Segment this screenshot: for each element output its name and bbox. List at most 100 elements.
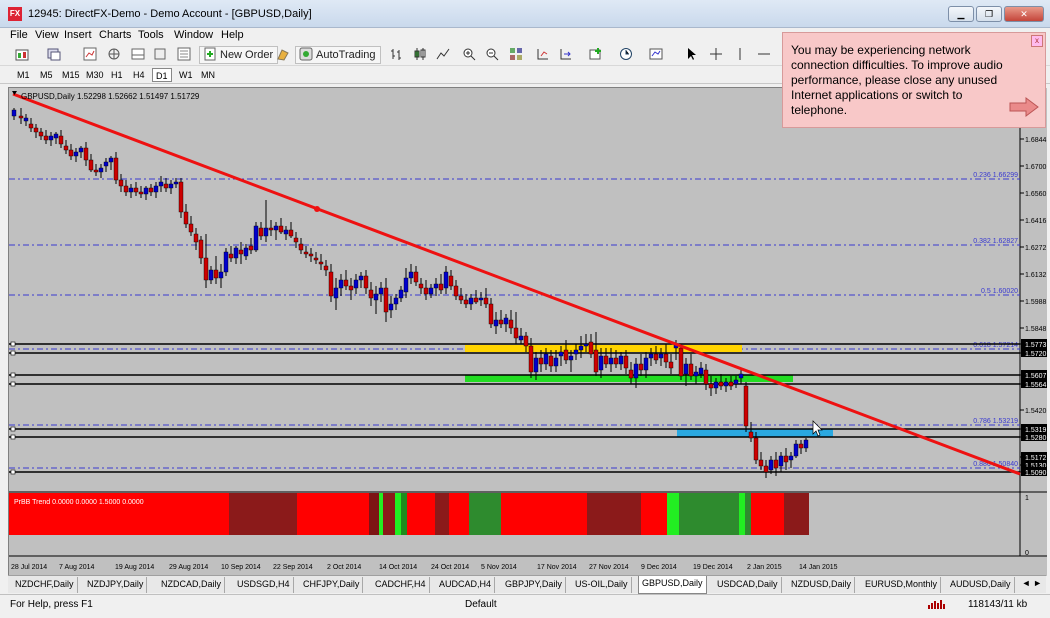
timeframe-w1[interactable]: W1 (176, 68, 196, 82)
candlestick (433, 283, 439, 289)
candlestick (248, 245, 254, 251)
tab-usdsgd[interactable]: USDSGD,H4 (234, 577, 294, 593)
yellow-zone[interactable] (465, 345, 742, 352)
menu-insert[interactable]: Insert (64, 29, 92, 41)
timeframe-d1[interactable]: D1 (152, 68, 172, 82)
candlestick (178, 181, 184, 213)
timeframe-mn[interactable]: MN (198, 68, 218, 82)
line-handle[interactable] (10, 434, 16, 440)
candlestick (173, 181, 179, 185)
timeframe-h1[interactable]: H1 (108, 68, 126, 82)
chart-header: GBPUSD,Daily 1.52298 1.52662 1.51497 1.5… (21, 92, 200, 101)
menu-help[interactable]: Help (221, 29, 244, 41)
periods-icon[interactable] (616, 46, 634, 64)
tab-nzdjpy[interactable]: NZDJPY,Daily (84, 577, 148, 593)
terminal-icon[interactable] (128, 46, 146, 64)
candlestick (28, 123, 34, 129)
tab-nzdusd[interactable]: NZDUSD,Daily (788, 577, 856, 593)
candlestick (498, 319, 504, 325)
line-handle[interactable] (10, 372, 16, 378)
candlestick (23, 117, 29, 122)
tile-windows-icon[interactable] (506, 46, 524, 64)
bar-chart-icon[interactable] (387, 46, 405, 64)
horizontal-line-icon[interactable] (754, 46, 772, 64)
candlestick (728, 381, 734, 387)
candlestick (788, 455, 794, 461)
autotrading-button[interactable]: AutoTrading (295, 46, 381, 64)
indicator-bar (739, 493, 745, 535)
line-handle[interactable] (10, 381, 16, 387)
chart-window[interactable]: 0.236 1.66299 0.382 1.62827 0.5 1.60020 0.6… (8, 87, 1047, 576)
tab-gbpjpy[interactable]: GBPJPY,Daily (502, 577, 566, 593)
indicator-bar (407, 493, 435, 535)
candlestick (223, 251, 229, 273)
close-button[interactable]: ✕ (1004, 6, 1044, 22)
blue-zone[interactable] (677, 429, 833, 437)
restore-button[interactable]: ❐ (976, 6, 1002, 22)
candlestick (58, 135, 64, 145)
cursor-icon[interactable] (681, 46, 699, 64)
new-order-label: New Order (220, 49, 274, 61)
candlestick (153, 185, 159, 193)
candlestick (468, 297, 474, 305)
menu-charts[interactable]: Charts (99, 29, 131, 41)
timeframe-m5[interactable]: M5 (37, 68, 56, 82)
candlestick (118, 179, 124, 187)
tabs-scroll-arrows[interactable]: ◄ ► (1022, 578, 1042, 588)
price-label: 1.6132 (1025, 272, 1047, 279)
new-order-button[interactable]: New Order (199, 46, 279, 64)
tab-eurusd[interactable]: EURUSD,Monthly (862, 577, 942, 593)
menu-view[interactable]: View (35, 29, 59, 41)
minimize-button[interactable]: ▁ (948, 6, 974, 22)
menu-tools[interactable]: Tools (138, 29, 164, 41)
candlestick (268, 227, 274, 231)
line-chart-icon[interactable] (433, 46, 451, 64)
tab-usdcad[interactable]: USDCAD,Daily (714, 577, 782, 593)
tab-audusd[interactable]: AUDUSD,Daily (947, 577, 1015, 593)
candlestick (408, 271, 414, 279)
tab-nzdcad[interactable]: NZDCAD,Daily (158, 577, 226, 593)
vertical-line-icon[interactable] (730, 46, 748, 64)
line-handle[interactable] (10, 469, 16, 475)
menu-window[interactable]: Window (174, 29, 213, 41)
navigator-icon[interactable] (104, 46, 122, 64)
autoscroll-icon[interactable] (556, 46, 574, 64)
timeframe-m15[interactable]: M15 (59, 68, 83, 82)
profiles-icon[interactable] (44, 46, 62, 64)
candlestick (43, 135, 49, 141)
line-handle[interactable] (10, 426, 16, 432)
tab-audcad[interactable]: AUDCAD,H4 (436, 577, 496, 593)
indicator-bar (501, 493, 587, 535)
candlestick (378, 287, 384, 295)
chart-shift-icon[interactable] (533, 46, 551, 64)
status-traffic: 118143/11 kb (968, 599, 1028, 610)
new-chart-icon[interactable] (12, 46, 30, 64)
candlestick-icon[interactable] (410, 46, 428, 64)
line-handle[interactable] (10, 341, 16, 347)
menu-file[interactable]: File (10, 29, 28, 41)
line-handle[interactable] (10, 350, 16, 356)
candlestick (88, 159, 94, 171)
data-window-icon[interactable] (174, 46, 192, 64)
tab-nzdchf[interactable]: NZDCHF,Daily (12, 577, 78, 593)
templates-icon[interactable] (646, 46, 664, 64)
zoom-in-icon[interactable] (459, 46, 477, 64)
tester-icon[interactable] (150, 46, 168, 64)
trend-line-anchor[interactable] (314, 206, 320, 212)
indicator-bar (383, 493, 395, 535)
tab-us-oil[interactable]: US-OIL,Daily (572, 577, 632, 593)
candlestick (213, 269, 219, 279)
price-chart[interactable]: 0.236 1.66299 0.382 1.62827 0.5 1.60020 0.6… (9, 88, 1047, 576)
tab-cadchf[interactable]: CADCHF,H4 (372, 577, 430, 593)
crosshair-icon[interactable] (706, 46, 724, 64)
indicators-icon[interactable] (586, 46, 604, 64)
zoom-out-icon[interactable] (482, 46, 500, 64)
timeframe-m1[interactable]: M1 (14, 68, 33, 82)
notification-close-button[interactable]: x (1031, 35, 1043, 47)
timeframe-m30[interactable]: M30 (83, 68, 107, 82)
tab-chfjpy[interactable]: CHFJPY,Daily (300, 577, 364, 593)
timeframe-h4[interactable]: H4 (130, 68, 148, 82)
metaeditor-icon[interactable] (273, 46, 291, 64)
tab-gbpusd[interactable]: GBPUSD,Daily (638, 576, 707, 594)
market-watch-icon[interactable] (80, 46, 98, 64)
